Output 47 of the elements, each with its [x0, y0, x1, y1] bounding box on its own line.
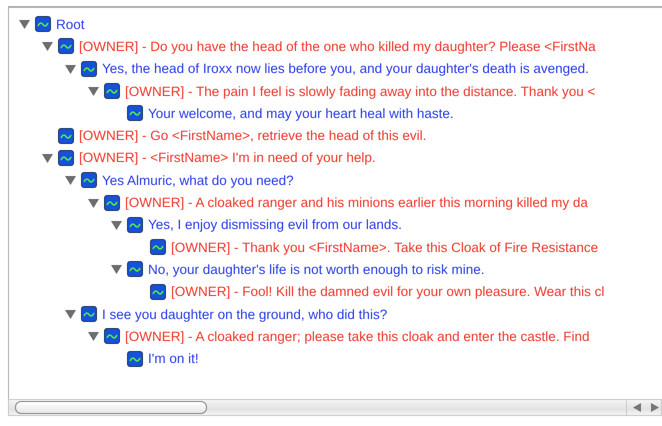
wave-icon [81, 60, 97, 77]
tree-node-label[interactable]: [OWNER] - Fool! Kill the damned evil for your own pleasure. Wear this cl [171, 284, 604, 300]
disclosure-triangle-icon[interactable] [88, 331, 99, 342]
disclosure-triangle-icon[interactable] [88, 86, 99, 96]
scroll-left-icon[interactable] [633, 403, 641, 412]
disclosure-triangle-icon[interactable] [111, 264, 122, 274]
wave-icon [58, 128, 74, 144]
tree-node-label[interactable]: [OWNER] - The pain I feel is slowly fading away into the distance. Thank you < [125, 84, 596, 99]
wave-icon [58, 38, 74, 54]
disclosure-triangle-icon[interactable] [88, 198, 99, 208]
wave-icon [127, 350, 143, 367]
tree-node-label[interactable]: [OWNER] - <FirstName> I'm in need of your help. [79, 150, 376, 166]
scroll-right-icon[interactable] [651, 403, 659, 412]
scrollbar-thumb[interactable] [15, 401, 207, 414]
tree-node-label[interactable]: [OWNER] - Go <FirstName>, retrieve the head of this evil. [79, 128, 426, 144]
tree-node-label[interactable]: Your welcome, and may your heart heal with haste. [148, 106, 454, 121]
wave-icon [150, 284, 166, 300]
wave-icon [81, 306, 97, 322]
disclosure-triangle-icon[interactable] [19, 19, 30, 30]
wave-icon [81, 172, 97, 188]
wave-icon [127, 216, 143, 233]
tree-node-label[interactable]: Root [56, 16, 85, 32]
tree-node-label[interactable]: I see you daughter on the ground, who did this? [102, 306, 388, 322]
horizontal-scrollbar[interactable] [8, 399, 662, 416]
wave-icon [104, 83, 120, 100]
wave-icon [127, 261, 143, 278]
tree-node-label[interactable]: Yes, I enjoy dismissing evil from our lands. [148, 217, 402, 232]
disclosure-triangle-icon[interactable] [65, 309, 76, 319]
wave-icon [104, 328, 120, 344]
wave-icon [58, 150, 74, 166]
wave-icon [150, 239, 166, 256]
tree-node-label[interactable]: [OWNER] - A cloaked ranger; please take this cloak and enter the castle. Find [125, 328, 590, 344]
wave-icon [35, 16, 51, 32]
tree-node-label[interactable]: [OWNER] - Thank you <FirstName>. Take this Cloak of Fire Resistance [171, 240, 598, 255]
wave-icon [127, 105, 143, 122]
disclosure-triangle-icon[interactable] [65, 175, 76, 186]
disclosure-triangle-icon[interactable] [65, 64, 76, 74]
tree-node-label[interactable]: Yes Almuric, what do you need? [102, 172, 294, 188]
tree-node-label[interactable]: [OWNER] - Do you have the head of the one who killed my daughter? Please <FirstNa [79, 38, 596, 54]
disclosure-triangle-icon[interactable] [111, 220, 122, 230]
tree-node-label[interactable]: No, your daughter's life is not worth enough to risk mine. [148, 262, 484, 277]
disclosure-triangle-icon[interactable] [42, 152, 53, 163]
tree-node-label[interactable]: I'm on it! [148, 351, 199, 366]
tree-node-label[interactable]: [OWNER] - A cloaked ranger and his minions earlier this morning killed my da [125, 195, 588, 210]
tree-node-label[interactable]: Yes, the head of Iroxx now lies before you, and your daughter's death is avenged. [102, 61, 589, 76]
wave-icon [104, 194, 120, 211]
disclosure-triangle-icon[interactable] [42, 41, 53, 52]
